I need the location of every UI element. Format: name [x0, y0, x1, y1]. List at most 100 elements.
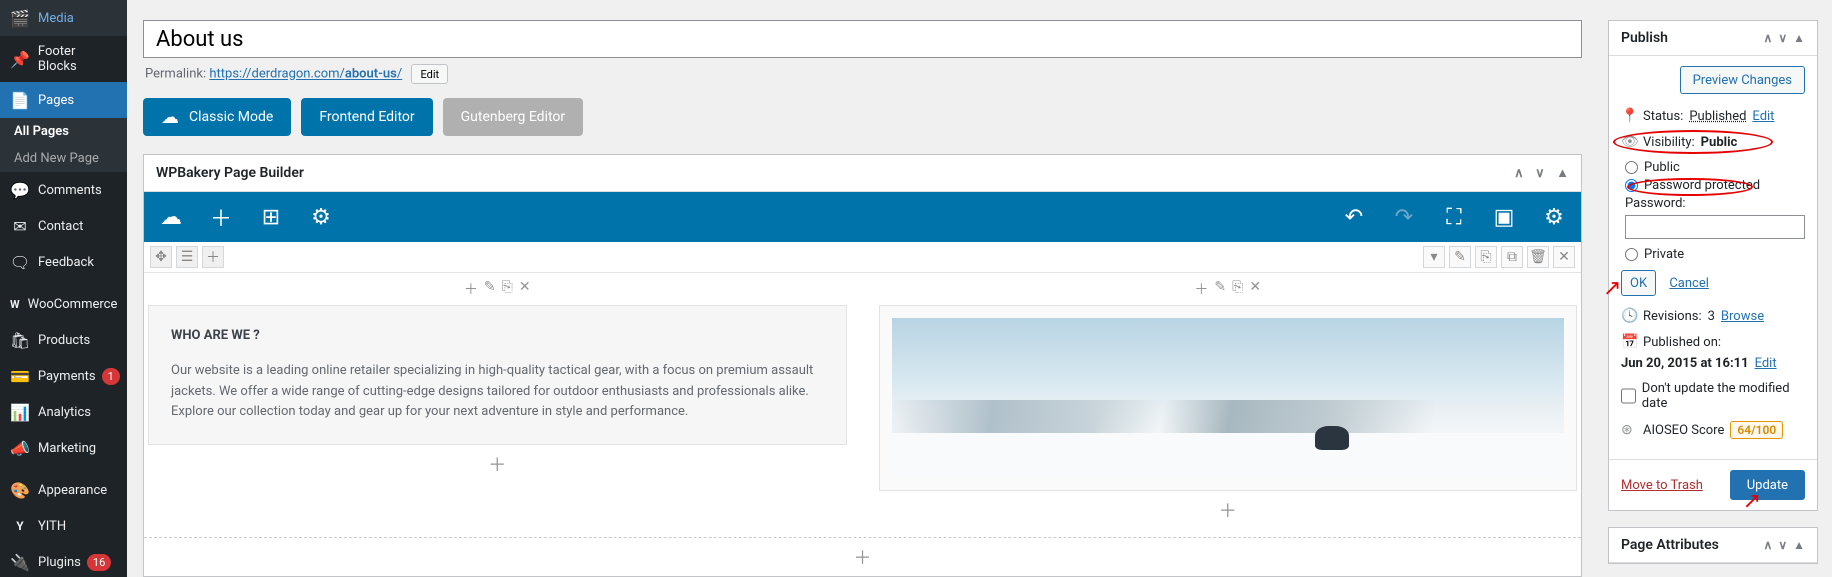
pin-icon: 📍 [1621, 108, 1637, 124]
edit-icon[interactable]: ✎ [1449, 246, 1471, 268]
radio-password[interactable]: Password protected [1625, 178, 1805, 193]
col-clone-icon[interactable]: ⎘ [1232, 279, 1243, 299]
sidebar-item-contact[interactable]: ✉Contact [0, 208, 127, 244]
page-attributes-box: Page Attributes ∧∨▲ [1608, 527, 1818, 564]
chevron-up-icon[interactable]: ∧ [1514, 166, 1524, 181]
password-input[interactable] [1625, 215, 1805, 239]
column-right: ＋ ✎ ⎘ ✕ ＋ [879, 273, 1578, 529]
column-tools: ＋ ✎ ⎘ ✕ [148, 273, 847, 305]
chevron-up-icon[interactable]: ∧ [1764, 538, 1773, 552]
frontend-editor-button[interactable]: Frontend Editor [301, 98, 432, 136]
dont-update-label: Don't update the modified date [1642, 381, 1805, 411]
sidebar-item-label: Plugins [38, 555, 81, 570]
col-add-icon[interactable]: ＋ [1194, 279, 1208, 299]
visibility-radio-group: Public Password protected Password: Priv… [1625, 160, 1805, 262]
sidebar-item-label: Footer Blocks [38, 44, 117, 74]
radio-private[interactable]: Private [1625, 247, 1805, 262]
sidebar-item-footer-blocks[interactable]: 📌Footer Blocks [0, 36, 127, 82]
toggle-icon[interactable]: ▾ [1423, 246, 1445, 268]
page-settings-icon[interactable]: ⚙ [1541, 204, 1567, 230]
calendar-icon: 📅 [1621, 334, 1637, 350]
copy-icon[interactable]: ⎘ [1475, 246, 1497, 268]
preview-changes-button[interactable]: Preview Changes [1680, 66, 1805, 94]
columns-icon[interactable]: ☰ [176, 246, 198, 268]
chevron-down-icon[interactable]: ∨ [1778, 538, 1787, 552]
sidebar-sub-add-new[interactable]: Add New Page [0, 145, 127, 172]
status-edit-link[interactable]: Edit [1752, 109, 1774, 124]
main-content: Permalink: https://derdragon.com/about-u… [127, 0, 1602, 577]
chevron-down-icon[interactable]: ∨ [1535, 166, 1545, 181]
fullscreen-icon[interactable]: ⛶ [1441, 204, 1467, 230]
password-label: Password: [1625, 196, 1805, 211]
delete-icon[interactable]: 🗑 [1527, 246, 1549, 268]
gutenberg-editor-button[interactable]: Gutenberg Editor [443, 98, 584, 136]
sidebar-item-plugins[interactable]: 🔌Plugins16 [0, 544, 127, 577]
editor-mode-row: ☁Classic Mode Frontend Editor Gutenberg … [143, 98, 1582, 136]
sidebar-item-analytics[interactable]: 📊Analytics [0, 394, 127, 430]
dont-update-checkbox[interactable] [1621, 388, 1636, 404]
drag-icon[interactable]: ✥ [150, 246, 172, 268]
sidebar-item-payments[interactable]: 💳Payments1 [0, 358, 127, 394]
panel-header-icons: ∧ ∨ ▲ [1506, 165, 1569, 181]
template-icon[interactable]: ⊞ [258, 204, 284, 230]
text-body: Our website is a leading online retailer… [171, 361, 824, 423]
admin-sidebar: 🎬Media 📌Footer Blocks 📄Pages All Pages A… [0, 0, 127, 577]
page-title-input[interactable] [143, 20, 1582, 58]
caret-up-icon[interactable]: ▲ [1556, 166, 1569, 181]
sidebar-item-products[interactable]: 🛍Products [0, 322, 127, 358]
settings-gear-icon[interactable]: ⚙ [308, 204, 334, 230]
browse-link[interactable]: Browse [1721, 309, 1764, 324]
published-edit-link[interactable]: Edit [1755, 356, 1777, 371]
ok-button[interactable]: OK [1621, 270, 1656, 296]
wpb-logo-icon[interactable]: ☁ [158, 204, 184, 230]
sidebar-item-comments[interactable]: 💬Comments [0, 172, 127, 208]
permalink-link[interactable]: https://derdragon.com/about-us/ [209, 67, 402, 82]
close-icon[interactable]: ✕ [1553, 246, 1575, 268]
caret-up-icon[interactable]: ▲ [1793, 538, 1805, 552]
image-block[interactable] [879, 305, 1578, 491]
publish-box-body: Preview Changes 📍 Status: Published Edit… [1609, 56, 1817, 459]
published-on-label: Published on: [1643, 335, 1721, 350]
sidebar-item-yith[interactable]: YYITH [0, 508, 127, 544]
sidebar-item-media[interactable]: 🎬Media [0, 0, 127, 36]
aioseo-row: ⊛ AIOSEO Score 64/100 [1621, 421, 1805, 439]
col-edit-icon[interactable]: ✎ [484, 279, 496, 299]
sidebar-item-appearance[interactable]: 🎨Appearance [0, 472, 127, 508]
caret-up-icon[interactable]: ▲ [1793, 31, 1805, 45]
move-to-trash-link[interactable]: Move to Trash [1621, 478, 1703, 493]
clone-icon[interactable]: ⧉ [1501, 246, 1523, 268]
col-delete-icon[interactable]: ✕ [1249, 279, 1261, 299]
permalink-edit-button[interactable]: Edit [411, 64, 448, 84]
cancel-link[interactable]: Cancel [1669, 276, 1709, 291]
sidebar-item-woocommerce[interactable]: WWooCommerce [0, 286, 127, 322]
col-delete-icon[interactable]: ✕ [519, 279, 531, 299]
page-icon: 📄 [10, 90, 30, 110]
col-add-icon[interactable]: ＋ [464, 279, 478, 299]
col-edit-icon[interactable]: ✎ [1214, 279, 1226, 299]
col-clone-icon[interactable]: ⎘ [502, 279, 513, 299]
sidebar-sub-all-pages[interactable]: All Pages [0, 118, 127, 145]
radio-public[interactable]: Public [1625, 160, 1805, 175]
classic-mode-button[interactable]: ☁Classic Mode [143, 98, 291, 136]
wpbakery-canvas: ✥ ☰ ＋ ▾ ✎ ⎘ ⧉ 🗑 ✕ [144, 242, 1581, 576]
sidebar-item-feedback[interactable]: 🗨Feedback [0, 244, 127, 280]
publish-footer: Move to Trash Update ↗ [1609, 459, 1817, 510]
add-below-icon[interactable]: ＋ [879, 491, 1578, 529]
revisions-label: Revisions: [1643, 309, 1702, 324]
chevron-up-icon[interactable]: ∧ [1764, 31, 1773, 45]
add-row-icon[interactable]: ＋ [144, 537, 1581, 576]
add-below-icon[interactable]: ＋ [148, 445, 847, 483]
sidebar-item-marketing[interactable]: 📣Marketing [0, 430, 127, 466]
undo-icon[interactable]: ↶ [1341, 204, 1367, 230]
custom-css-icon[interactable]: ▣ [1491, 204, 1517, 230]
sidebar-item-pages[interactable]: 📄Pages [0, 82, 127, 118]
add-icon[interactable]: ＋ [202, 246, 224, 268]
permalink-row: Permalink: https://derdragon.com/about-u… [145, 64, 1580, 84]
text-block[interactable]: WHO ARE WE ? Our website is a leading on… [148, 305, 847, 445]
chevron-down-icon[interactable]: ∨ [1778, 31, 1787, 45]
redo-icon[interactable]: ↷ [1391, 204, 1417, 230]
update-button[interactable]: Update [1730, 470, 1805, 500]
publish-box: Publish ∧∨▲ Preview Changes 📍 Status: Pu… [1608, 20, 1818, 511]
feedback-icon: 🗨 [10, 252, 30, 272]
add-element-icon[interactable]: ＋ [208, 204, 234, 230]
